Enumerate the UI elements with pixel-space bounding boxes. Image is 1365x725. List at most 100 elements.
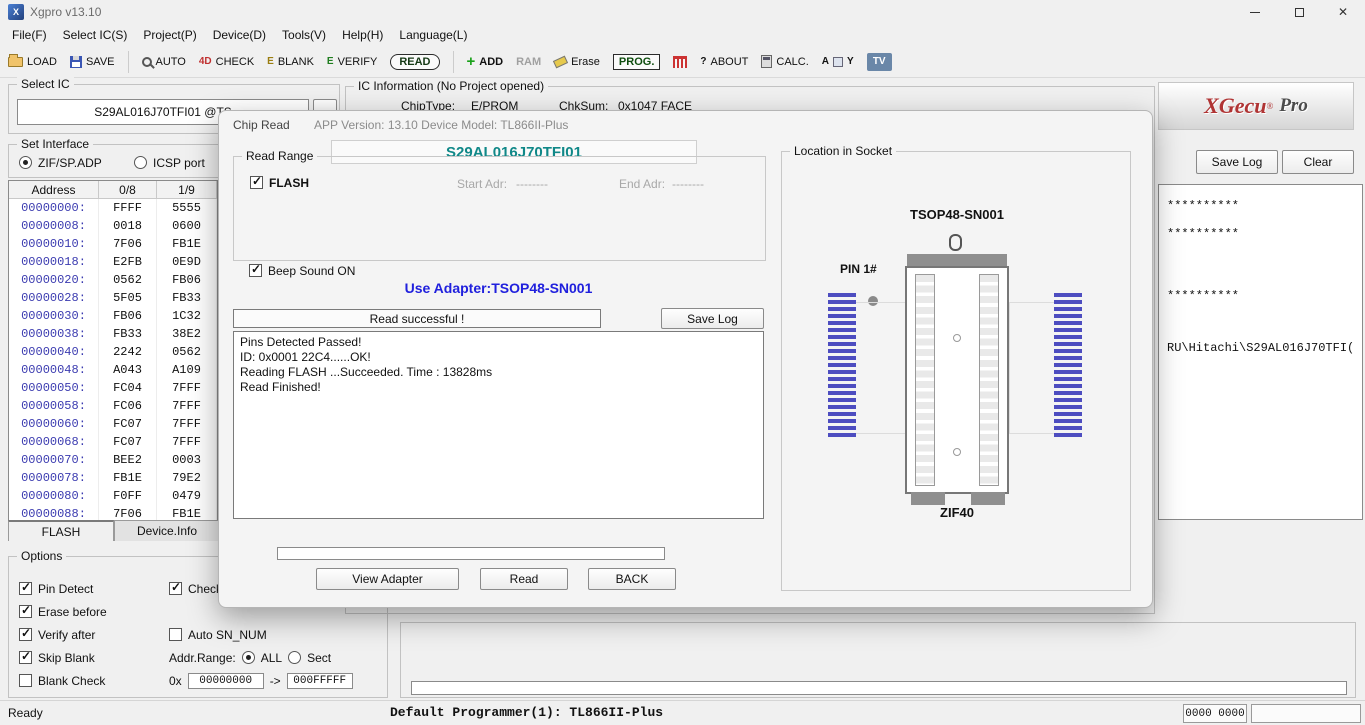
menu-item[interactable]: Language(L)	[391, 25, 475, 45]
erase-button[interactable]: Erase	[553, 55, 600, 68]
menu-item[interactable]: Project(P)	[135, 25, 204, 45]
select-ic-group-label: Select IC	[17, 77, 74, 91]
check-button[interactable]: 4D CHECK	[199, 56, 254, 68]
prog-pill-icon: PROG.	[612, 53, 661, 70]
menu-item[interactable]: File(F)	[4, 25, 55, 45]
cell-address: 00000068:	[9, 433, 99, 451]
view-adapter-label: View Adapter	[352, 572, 423, 586]
prog-button[interactable]: PROG.	[612, 53, 661, 70]
blank-check-checkbox[interactable]: Blank Check	[19, 673, 105, 688]
dialog-log-area[interactable]: Pins Detected Passed! ID: 0x0001 22C4...…	[233, 331, 764, 519]
minimize-button[interactable]	[1233, 0, 1277, 24]
hex-prefix-label: 0x	[169, 673, 182, 688]
menu-item[interactable]: Tools(V)	[274, 25, 334, 45]
logic-a-label: A	[821, 56, 830, 67]
tv-button[interactable]: TV	[866, 52, 892, 71]
range-from-input[interactable]: 00000000	[187, 672, 264, 689]
calculator-icon	[761, 55, 773, 68]
check-id-checkbox[interactable]: Check	[169, 580, 222, 596]
cell-1-9: 79E2	[157, 469, 217, 487]
cell-0-8: 0562	[99, 271, 157, 289]
verify-after-checkbox[interactable]: Verify after	[19, 626, 95, 642]
checkbox-icon	[19, 603, 32, 618]
read-range-group-label: Read Range	[242, 149, 318, 163]
checkbox-icon	[169, 580, 182, 595]
menu-item[interactable]: Select IC(S)	[55, 25, 136, 45]
folder-open-icon	[8, 53, 23, 67]
verify-label: VERIFY	[337, 55, 378, 68]
save-log-button[interactable]: Save Log	[1196, 150, 1278, 174]
blank-button[interactable]: E BLANK	[267, 56, 314, 68]
verify-button[interactable]: E VERIFY	[327, 56, 377, 68]
logic-test-button[interactable]: AY	[822, 56, 854, 67]
auto-sn-label: Auto SN_NUM	[188, 627, 267, 642]
dialog-log-line: ID: 0x0001 22C4......OK!	[240, 350, 371, 364]
ram-label: RAM	[516, 55, 542, 68]
cell-0-8: FB33	[99, 325, 157, 343]
cell-address: 00000080:	[9, 487, 99, 505]
close-button[interactable]: ✕	[1321, 0, 1365, 24]
cell-address: 00000038:	[9, 325, 99, 343]
menu-item[interactable]: Device(D)	[205, 25, 274, 45]
icsp-radio[interactable]: ICSP port	[134, 155, 205, 170]
pin-detect-checkbox[interactable]: Pin Detect	[19, 580, 94, 596]
zif40-label: ZIF40	[940, 505, 974, 520]
adapter-name-label: TSOP48-SN001	[910, 207, 1004, 222]
brand-text: XGecu	[1204, 93, 1267, 118]
tab-device-info[interactable]: Device.Info	[114, 520, 220, 541]
tab-flash[interactable]: FLASH	[8, 520, 114, 541]
read-button[interactable]: READ	[390, 53, 440, 70]
erase-before-checkbox[interactable]: Erase before	[19, 603, 107, 619]
clear-label: Clear	[1303, 155, 1333, 169]
table-row: 00000080: F0FF 0479	[9, 487, 217, 505]
save-label: SAVE	[85, 55, 115, 68]
auto-button[interactable]: AUTO	[141, 56, 186, 68]
title-bar: X Xgpro v13.10 ✕	[0, 0, 1365, 24]
table-row: 00000018: E2FB 0E9D	[9, 253, 217, 271]
window-title: Xgpro v13.10	[30, 5, 102, 19]
pin-test-button[interactable]	[673, 55, 688, 68]
ram-button[interactable]: RAM	[516, 56, 541, 68]
load-button[interactable]: LOAD	[8, 53, 57, 68]
about-button[interactable]: ? ABOUT	[700, 56, 748, 68]
dialog-log-line: Pins Detected Passed!	[240, 335, 362, 349]
all-radio[interactable]: ALL	[241, 650, 282, 665]
pin-detect-label: Pin Detect	[38, 581, 94, 596]
cell-1-9: 5555	[157, 199, 217, 217]
clear-button[interactable]: Clear	[1282, 150, 1354, 174]
add-button[interactable]: + ADD	[467, 54, 504, 69]
menu-item[interactable]: Help(H)	[334, 25, 391, 45]
flash-checkbox[interactable]: FLASH	[250, 174, 309, 190]
hex-data-grid[interactable]: Address 0/8 1/9 00000000: FFFF 5555 0000…	[8, 180, 218, 522]
auto-sn-checkbox[interactable]: Auto SN_NUM	[169, 627, 267, 642]
calc-button[interactable]: CALC.	[761, 55, 809, 68]
maximize-button[interactable]	[1277, 0, 1321, 24]
dialog-read-button[interactable]: Read	[480, 568, 568, 590]
toolbar: LOAD SAVE AUTO 4D CHECK E BLANK E VERIFY RE…	[0, 46, 1365, 78]
zif-radio[interactable]: ZIF/SP.ADP	[19, 155, 102, 170]
beep-checkbox[interactable]: Beep Sound ON	[249, 262, 355, 278]
back-button[interactable]: BACK	[588, 568, 676, 590]
dialog-subtitle: APP Version: 13.10 Device Model: TL866II…	[314, 118, 569, 132]
dialog-save-log-button[interactable]: Save Log	[661, 308, 764, 329]
cell-address: 00000058:	[9, 397, 99, 415]
save-button[interactable]: SAVE	[69, 55, 115, 68]
device-log-panel[interactable]: ********** ********** ********** RU\Hita…	[1158, 184, 1363, 520]
blank-label: BLANK	[277, 55, 314, 68]
cell-1-9: 0479	[157, 487, 217, 505]
range-to-input[interactable]: 000FFFFF	[286, 672, 353, 689]
view-adapter-button[interactable]: View Adapter	[316, 568, 459, 590]
checkbox-icon	[19, 626, 32, 641]
skip-blank-checkbox[interactable]: Skip Blank	[19, 649, 95, 665]
sect-radio[interactable]: Sect	[288, 650, 331, 665]
cell-address: 00000078:	[9, 469, 99, 487]
dialog-log-line: Read Finished!	[240, 380, 321, 394]
cell-1-9: 1C32	[157, 307, 217, 325]
checkbox-icon	[169, 628, 182, 641]
grid-header-address: Address	[9, 181, 99, 199]
socket-holes-left	[915, 274, 935, 486]
cell-0-8: FC07	[99, 433, 157, 451]
pro-text: Pro	[1279, 95, 1308, 116]
ic-combobox-value: S29AL016J70TFI01 @TS	[94, 105, 232, 119]
radio-icon	[134, 156, 147, 169]
